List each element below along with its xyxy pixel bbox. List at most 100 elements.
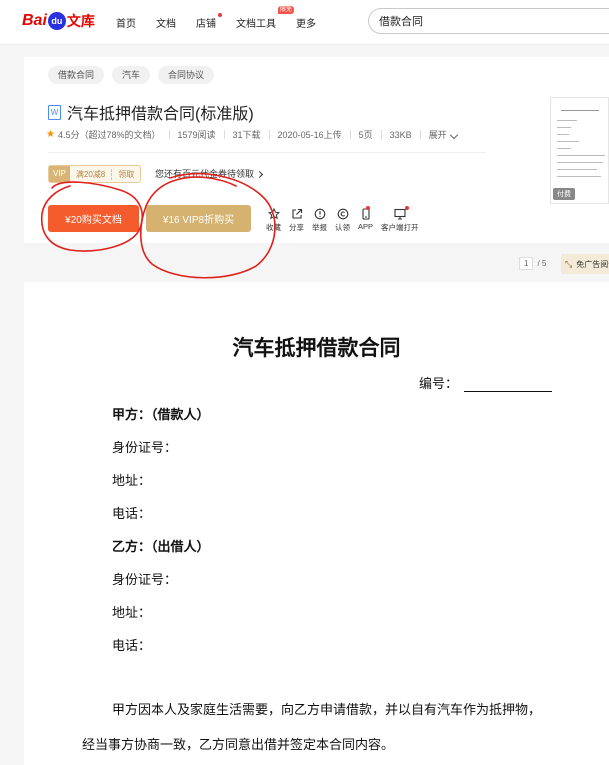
tag-contract-agreement[interactable]: 合同协议 — [158, 66, 215, 84]
meta-divider — [168, 130, 170, 139]
nav-item-more[interactable]: 更多 — [296, 15, 316, 30]
ad-free-read-button[interactable]: ⤡ 免广告阅读 — [561, 254, 609, 274]
favorite-button[interactable]: 收藏 — [266, 207, 281, 233]
thumb-line — [557, 127, 571, 128]
nav-label: 文档 — [156, 19, 176, 30]
party-a-phone-field: 电话： — [112, 506, 152, 521]
number-blank-line — [464, 379, 553, 392]
doc-meta: ★ 4.5分（超过78%的文档） 1579阅读 31下载 2020-05-16上… — [46, 128, 458, 141]
logo-text-wenku: 文库 — [66, 13, 95, 29]
notification-dot — [218, 13, 222, 17]
thumb-line — [557, 155, 605, 156]
free-read-label: 免广告阅读 — [576, 259, 609, 269]
star-icon: ★ — [46, 129, 55, 140]
body-paragraph-line: 经当事方协商一致，乙方同意出借并签定本合同内容。 — [82, 737, 395, 752]
report-button[interactable]: 举报 — [312, 207, 327, 233]
action-label: 客户端打开 — [381, 223, 419, 232]
expand-arrows-icon: ⤡ — [565, 258, 573, 269]
nav-label: 首页 — [116, 19, 136, 30]
nav-item-doc-tools[interactable]: 文档工具 限免 — [236, 6, 294, 30]
coupon-claim[interactable]: 领取 — [111, 168, 140, 180]
alert-icon — [313, 207, 326, 220]
top-nav-bar: Bai du 文库 首页 文档 店铺 文档工具 限免 更多 — [0, 0, 609, 45]
upload-date: 2020-05-16上传 — [277, 130, 342, 140]
nav-item-shop[interactable]: 店铺 — [196, 13, 222, 30]
nav-label: 更多 — [296, 19, 316, 30]
coupon-tip-link[interactable]: 您还有百元代金券待领取 — [155, 167, 264, 180]
party-a-heading: 甲方：（借款人） — [112, 407, 210, 422]
vip-discount-buy-button[interactable]: ¥16 VIP8折购买 — [146, 205, 251, 232]
share-icon — [290, 207, 303, 220]
claim-button[interactable]: 认领 — [335, 207, 350, 233]
thumb-line — [557, 120, 577, 121]
logo-text-bai: Bai — [22, 12, 47, 29]
expand-button[interactable]: 展开 — [428, 128, 458, 141]
tag-list: 借款合同 汽车 合同协议 — [48, 66, 222, 84]
doc-info-card: 借款合同 汽车 合同协议 W 汽车抵押借款合同(标准版) ★ 4.5分（超过78… — [24, 57, 609, 243]
document-page: 汽车抵押借款合同 编号： 甲方：（借款人） 身份证号： 地址： 电话： 乙方：（… — [24, 282, 609, 765]
paid-badge: 付费 — [553, 188, 575, 200]
divider — [48, 152, 486, 153]
party-b-heading: 乙方：（出借人） — [112, 539, 210, 554]
meta-divider — [419, 130, 421, 139]
main-nav: 首页 文档 店铺 文档工具 限免 更多 — [116, 6, 336, 30]
expand-label: 展开 — [428, 130, 447, 140]
thumb-line — [557, 176, 601, 177]
file-size: 33KB — [389, 129, 412, 140]
contract-number: 编号： — [419, 373, 553, 392]
app-button[interactable]: APP — [358, 206, 374, 233]
thumb-line — [557, 162, 603, 163]
action-label: 分享 — [289, 223, 304, 232]
nav-item-docs[interactable]: 文档 — [156, 15, 176, 30]
meta-divider — [268, 130, 270, 139]
vip-coupon[interactable]: VIP 满20减8 领取 — [48, 165, 142, 183]
notification-dot — [366, 206, 371, 210]
party-b-id-field: 身份证号： — [112, 572, 178, 587]
copyright-icon — [336, 207, 349, 220]
baidu-wenku-logo[interactable]: Bai du 文库 — [22, 9, 95, 33]
thumb-line — [557, 141, 579, 142]
read-count: 1579阅读 — [177, 130, 216, 140]
action-label: 认领 — [335, 223, 350, 232]
action-label: APP — [358, 222, 374, 231]
number-label: 编号： — [419, 376, 459, 391]
party-a-id-field: 身份证号： — [112, 440, 178, 455]
notification-dot — [404, 206, 409, 210]
current-page-input[interactable]: 1 — [519, 257, 534, 270]
party-b-phone-field: 电话： — [112, 638, 152, 653]
action-bar: 收藏 分享 举报 认领 APP 客户端打开 — [266, 206, 427, 233]
doc-thumbnail[interactable]: 付费 — [550, 97, 609, 204]
vip-label: VIP — [49, 166, 70, 182]
doc-title: 汽车抵押借款合同(标准版) — [67, 106, 254, 123]
search-input[interactable] — [369, 9, 604, 33]
meta-divider — [380, 130, 382, 139]
free-badge: 限免 — [277, 6, 294, 14]
party-b-address-field: 地址： — [112, 605, 152, 620]
page-indicator: 1 / 5 — [519, 257, 546, 270]
body-paragraph-line: 甲方因本人及家庭生活需要，向乙方申请借款，并以自有汽车作为抵押物， — [112, 702, 542, 717]
nav-label: 店铺 — [196, 19, 216, 30]
tag-car[interactable]: 汽车 — [112, 66, 151, 84]
total-pages: / 5 — [537, 259, 547, 268]
tag-loan-contract[interactable]: 借款合同 — [48, 66, 105, 84]
thumb-line — [561, 110, 599, 111]
chevron-down-icon — [449, 130, 458, 140]
share-button[interactable]: 分享 — [289, 207, 304, 233]
coupon-tip-text: 您还有百元代金券待领取 — [155, 169, 255, 179]
page-count: 5页 — [358, 130, 373, 140]
meta-divider — [349, 130, 351, 139]
chevron-right-icon — [255, 170, 264, 179]
star-outline-icon — [267, 207, 280, 220]
meta-divider — [223, 130, 225, 139]
thumb-line — [557, 148, 571, 149]
party-a-address-field: 地址： — [112, 473, 152, 488]
nav-item-home[interactable]: 首页 — [116, 15, 136, 30]
thumb-line — [557, 169, 597, 170]
download-count: 31下载 — [232, 130, 261, 140]
search-box — [368, 8, 609, 34]
buy-document-button[interactable]: ¥20购买文档 — [48, 205, 139, 232]
open-in-client-button[interactable]: 客户端打开 — [381, 206, 419, 233]
action-label: 收藏 — [266, 223, 281, 232]
thumb-line — [557, 134, 569, 135]
action-label: 举报 — [312, 223, 327, 232]
